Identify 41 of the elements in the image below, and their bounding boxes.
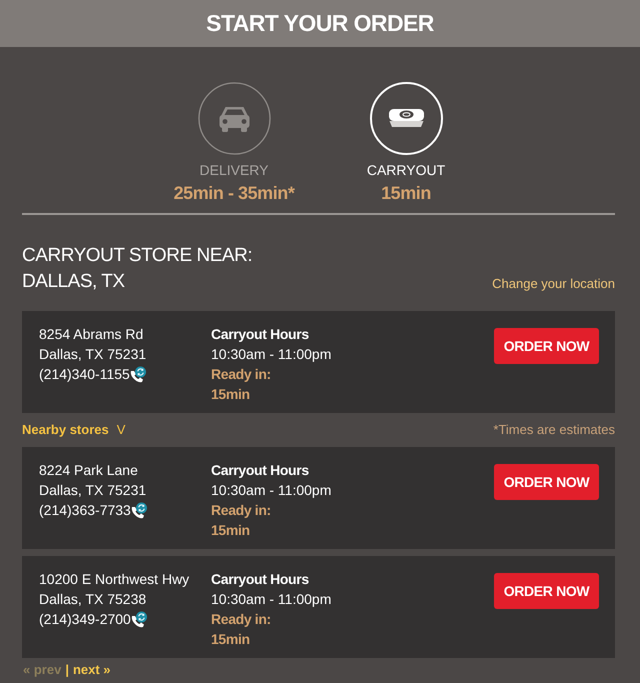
page-title: START YOUR ORDER	[206, 9, 434, 38]
hours-value: 10:30am - 11:00pm	[211, 481, 332, 500]
store-address: 8224 Park Lane	[39, 461, 139, 480]
ready-time: 15min	[211, 630, 251, 649]
service-time: 25min - 35min*	[174, 182, 294, 204]
ready-time: 15min	[211, 521, 251, 540]
phone-icon[interactable]	[128, 366, 147, 382]
ready-label: Ready in:	[211, 501, 272, 520]
store-city: Dallas, TX 75231	[39, 481, 148, 500]
store-address: 10200 E Northwest Hwy	[39, 570, 190, 589]
ready-time: 15min	[211, 385, 251, 404]
location-city: DALLAS, TX	[22, 270, 126, 294]
hours-value: 10:30am - 11:00pm	[211, 590, 332, 609]
store-phone: (214)349-2700	[39, 610, 131, 629]
ready-label: Ready in:	[211, 610, 272, 629]
phone-icon[interactable]	[130, 610, 148, 628]
store-city: Dallas, TX 75231	[39, 345, 148, 364]
store-city: Dallas, TX 75238	[39, 590, 148, 609]
estimates-note: *Times are estimates	[493, 421, 615, 440]
nearby-stores-toggle[interactable]: Nearby stores V	[22, 420, 126, 440]
change-location-link[interactable]: Change your location	[492, 276, 615, 292]
order-now-button[interactable]: ORDER NOW	[494, 464, 599, 500]
phone-icon[interactable]	[130, 502, 148, 518]
service-time: 15min	[381, 182, 431, 204]
ready-label: Ready in:	[211, 365, 272, 384]
service-label[interactable]: CARRYOUT	[366, 162, 446, 178]
location-heading: CARRYOUT STORE NEAR:	[22, 244, 252, 268]
store-address: 8254 Abrams Rd	[39, 325, 144, 344]
car-icon[interactable]	[198, 82, 270, 155]
store-phone: (214)363-7733	[39, 501, 131, 520]
service-label[interactable]: DELIVERY	[200, 162, 268, 178]
hours-value: 10:30am - 11:00pm	[211, 345, 332, 364]
order-now-button[interactable]: ORDER NOW	[494, 328, 599, 364]
next-link[interactable]: next »	[72, 660, 111, 680]
hours-label: Carryout Hours	[211, 570, 310, 589]
order-now-button[interactable]: ORDER NOW	[494, 573, 599, 609]
box-icon[interactable]	[370, 82, 442, 155]
page-separator: |	[65, 661, 69, 680]
hours-label: Carryout Hours	[211, 461, 310, 480]
hours-label: Carryout Hours	[211, 325, 310, 344]
store-phone: (214)340-1155	[39, 365, 130, 384]
